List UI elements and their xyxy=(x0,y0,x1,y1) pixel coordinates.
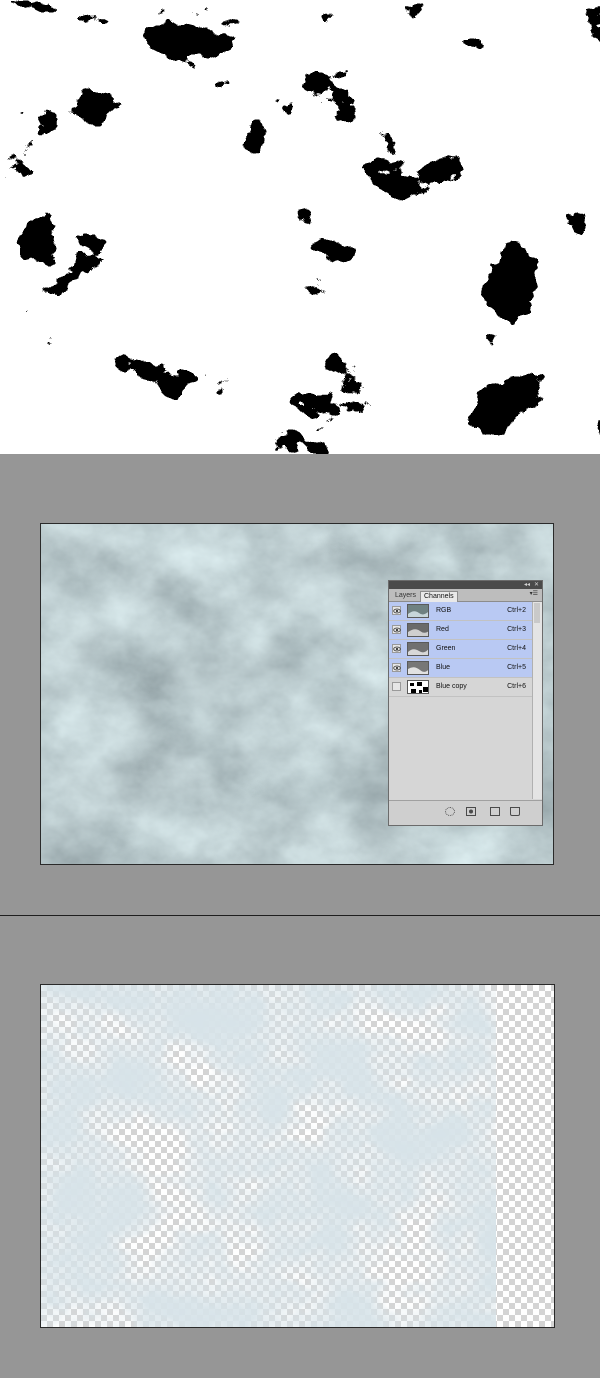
threshold-mask-image xyxy=(0,0,600,454)
eye-icon[interactable] xyxy=(392,644,401,653)
isolated-foam-layer xyxy=(41,985,496,1327)
workspace-result-view xyxy=(0,916,600,1378)
channel-row-blue-copy[interactable]: Blue copy Ctrl+6 xyxy=(389,678,534,697)
channel-thumbnail xyxy=(407,604,429,618)
channel-shortcut: Ctrl+6 xyxy=(507,683,526,690)
eye-toggle-empty[interactable] xyxy=(392,682,401,691)
foam-mask-svg xyxy=(0,0,600,454)
panel-footer xyxy=(389,800,542,825)
save-selection-icon[interactable] xyxy=(466,807,476,816)
channel-name: Red xyxy=(436,626,449,633)
delete-channel-icon[interactable] xyxy=(510,807,520,816)
channel-thumbnail xyxy=(407,642,429,656)
channel-name: Green xyxy=(436,645,456,652)
channel-row-green[interactable]: Green Ctrl+4 xyxy=(389,640,534,659)
close-icon[interactable]: ✕ xyxy=(534,581,539,589)
panel-scrollbar[interactable] xyxy=(532,602,542,799)
channel-thumbnail xyxy=(407,623,429,637)
scrollbar-thumb[interactable] xyxy=(534,603,540,623)
eye-icon[interactable] xyxy=(392,625,401,634)
panel-tab-bar: Layers Channels ▾☰ xyxy=(389,589,542,602)
channel-name: Blue copy xyxy=(436,683,467,690)
channel-row-rgb[interactable]: RGB Ctrl+2 xyxy=(389,602,534,621)
channel-list: RGB Ctrl+2 Red Ctrl+3 Green Ctrl+4 Blue … xyxy=(389,602,534,697)
eye-icon[interactable] xyxy=(392,663,401,672)
channel-row-blue[interactable]: Blue Ctrl+5 xyxy=(389,659,534,678)
channel-shortcut: Ctrl+3 xyxy=(507,626,526,633)
tab-channels[interactable]: Channels xyxy=(420,591,458,602)
new-channel-icon[interactable] xyxy=(490,807,500,816)
channel-thumbnail xyxy=(407,680,429,694)
panel-titlebar[interactable]: ◂◂ ✕ xyxy=(389,581,542,589)
eye-icon[interactable] xyxy=(392,606,401,615)
load-selection-icon[interactable] xyxy=(445,807,455,816)
collapse-icon[interactable]: ◂◂ xyxy=(524,581,530,589)
workspace-selection-view: ◂◂ ✕ Layers Channels ▾☰ RGB Ctrl+2 Red C… xyxy=(0,454,600,916)
channel-shortcut: Ctrl+4 xyxy=(507,645,526,652)
channel-shortcut: Ctrl+2 xyxy=(507,607,526,614)
channel-name: Blue xyxy=(436,664,451,671)
tab-layers[interactable]: Layers xyxy=(392,591,419,601)
channel-name: RGB xyxy=(436,607,452,614)
panel-menu-icon[interactable]: ▾☰ xyxy=(530,590,538,597)
channels-panel: ◂◂ ✕ Layers Channels ▾☰ RGB Ctrl+2 Red C… xyxy=(388,580,543,826)
channel-shortcut: Ctrl+5 xyxy=(507,664,526,671)
transparent-canvas[interactable] xyxy=(40,984,555,1328)
channel-thumbnail xyxy=(407,661,429,675)
channel-row-red[interactable]: Red Ctrl+3 xyxy=(389,621,534,640)
